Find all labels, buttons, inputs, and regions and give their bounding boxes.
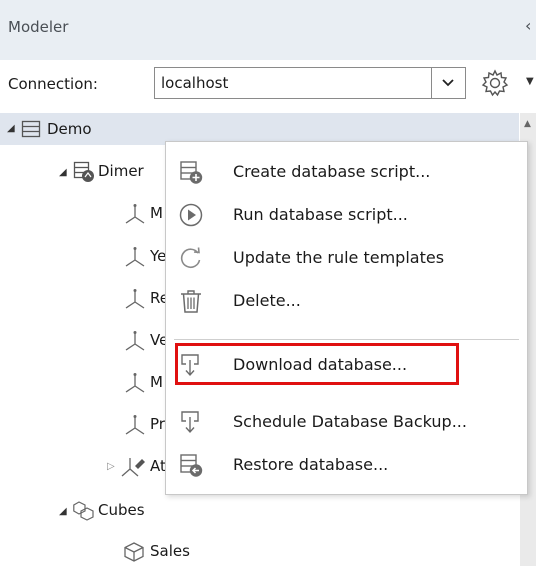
menu-label: Delete... (233, 291, 301, 310)
trash-icon (181, 290, 201, 313)
chevron-down-icon[interactable] (437, 73, 459, 93)
dimension-icon (125, 289, 145, 309)
tree-item-attributes[interactable]: ▷ At (0, 453, 166, 481)
create-script-icon (180, 161, 203, 184)
modeler-header: Modeler ‹ (0, 0, 536, 60)
dimension-icon (125, 415, 145, 435)
tree-item-dimension[interactable]: Re (0, 285, 169, 313)
tree-label-sales: Sales (150, 542, 190, 560)
expand-arrow-icon[interactable]: ◢ (59, 506, 67, 517)
scroll-up-icon[interactable]: ▲ (524, 119, 531, 129)
menu-item-delete[interactable]: Delete... (166, 279, 527, 323)
menu-label: Restore database... (233, 455, 389, 474)
tree-item-dimension[interactable]: Ve (0, 327, 168, 355)
dimension-icon (125, 331, 145, 351)
tree-label-dimension: Ye (150, 247, 167, 265)
expand-arrow-icon[interactable]: ◢ (59, 167, 67, 178)
run-icon (179, 203, 203, 227)
menu-item-create-database-script[interactable]: Create database script... (166, 150, 527, 194)
dimension-icon (125, 373, 145, 393)
tree-label-demo: Demo (47, 120, 92, 138)
download-icon (181, 411, 199, 434)
settings-caret-icon[interactable]: ▼ (526, 76, 534, 87)
connection-select[interactable]: localhost (154, 67, 466, 99)
tree-item-dimensions[interactable]: ◢ Dimer (0, 158, 165, 186)
gear-icon[interactable] (478, 66, 512, 100)
tree-label-attributes: At (150, 457, 166, 475)
tree-item-dimension[interactable]: Pr (0, 411, 165, 439)
dimension-icon (125, 247, 145, 267)
menu-item-schedule-database-backup[interactable]: Schedule Database Backup... (166, 400, 527, 444)
tree-label-dimensions: Dimer (98, 162, 144, 180)
menu-label: Run database script... (233, 205, 408, 224)
tree-label-dimension: Pr (150, 415, 165, 433)
menu-label: Update the rule templates (233, 248, 445, 267)
tree-item-dimension[interactable]: Ye (0, 243, 167, 271)
tree-item-dimension[interactable]: M (0, 369, 165, 397)
tree-item-cubes[interactable]: ◢ Cubes (0, 497, 240, 525)
dimension-icon (125, 204, 145, 224)
menu-item-update-rule-templates[interactable]: Update the rule templates (166, 236, 527, 280)
tree-label-dimension: M (150, 373, 163, 391)
dimensions-icon (73, 161, 94, 182)
attributes-icon (121, 458, 145, 477)
menu-item-run-database-script[interactable]: Run database script... (166, 193, 527, 237)
connection-label: Connection: (8, 75, 98, 93)
menu-label: Schedule Database Backup... (233, 412, 467, 431)
refresh-icon (180, 247, 201, 269)
menu-separator (174, 339, 519, 340)
database-icon (21, 120, 41, 138)
highlight-box (175, 343, 459, 385)
tree-item-sales[interactable]: Sales (0, 538, 240, 566)
modeler-title: Modeler (8, 18, 69, 36)
connection-value: localhost (161, 74, 229, 92)
expand-arrow-icon[interactable]: ◢ (7, 123, 15, 134)
menu-item-restore-database[interactable]: Restore database... (166, 443, 527, 487)
restore-icon (180, 454, 203, 477)
menu-label: Create database script... (233, 162, 431, 181)
select-divider (431, 68, 432, 98)
cube-icon (124, 542, 144, 562)
collapse-arrow-icon[interactable]: ▷ (107, 461, 115, 472)
pin-icon[interactable]: ‹ (525, 16, 531, 35)
tree-label-cubes: Cubes (98, 501, 145, 519)
tree-label-dimension: M (150, 204, 163, 222)
tree-item-dimension[interactable]: M (0, 200, 165, 228)
cubes-icon (73, 501, 94, 521)
context-menu: Create database script... Run database s… (165, 141, 528, 495)
